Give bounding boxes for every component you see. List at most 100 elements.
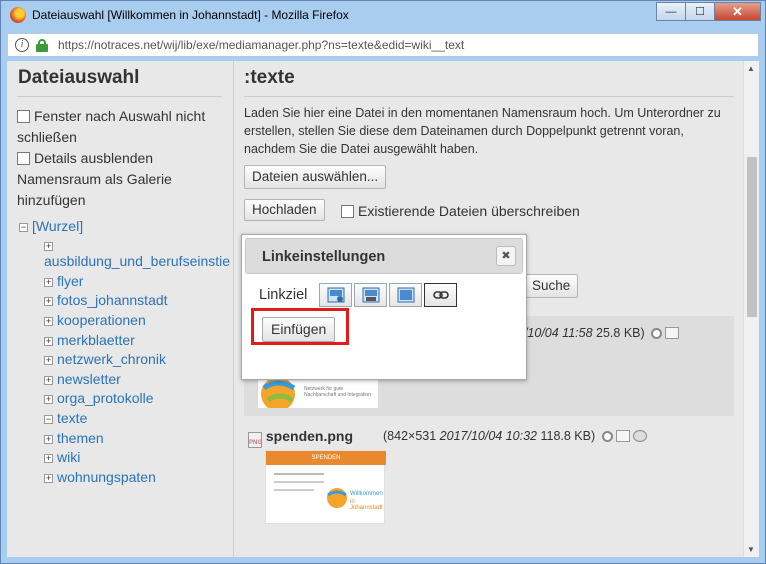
thumbnail-subtext: Netzwerk für gute Nachbarschaft und Inte… (304, 386, 371, 398)
tree-item-current[interactable]: − texte (44, 410, 87, 426)
divider-line (17, 96, 222, 97)
expand-icon[interactable]: + (44, 242, 53, 251)
tree-root[interactable]: − [Wurzel] (19, 218, 83, 234)
expand-icon[interactable]: + (44, 317, 53, 326)
chain-link-icon (432, 291, 449, 299)
scroll-up-arrow[interactable]: ▲ (747, 64, 755, 73)
tree-item-label[interactable]: kooperationen (57, 312, 146, 328)
file-date: 2017/10/04 10:32 (439, 429, 537, 443)
hide-details-checkbox[interactable] (17, 152, 30, 165)
tree-item-label[interactable]: themen (57, 430, 104, 446)
delete-icon[interactable] (632, 430, 647, 442)
file-row[interactable]: PNG spenden.png (842×531 2017/10/04 10:3… (244, 428, 734, 548)
tree-item[interactable]: + merkblaetter (44, 332, 135, 348)
tree-item-label[interactable]: wohnungspaten (57, 469, 156, 485)
tree-item-label[interactable]: newsletter (57, 371, 121, 387)
link-target-nolink-button[interactable] (389, 283, 422, 307)
close-button[interactable]: ✕ (714, 2, 761, 21)
link-settings-dialog: Linkeinstellungen ✖ Linkziel (241, 234, 527, 380)
tree-item-label[interactable]: netzwerk_chronik (57, 351, 166, 367)
edit-icon[interactable] (615, 430, 630, 442)
thumbnail-line (274, 481, 324, 483)
expand-icon[interactable]: + (44, 395, 53, 404)
link-target-linkonly-button[interactable] (424, 283, 457, 307)
file-size: 118.8 KB) (540, 429, 596, 443)
expand-icon[interactable]: + (44, 435, 53, 444)
vertical-scrollbar[interactable]: ▲ ▼ (743, 61, 759, 557)
keep-open-checkbox[interactable] (17, 110, 30, 123)
tree-item[interactable]: + wiki (44, 449, 80, 465)
tree-root-label[interactable]: [Wurzel] (32, 218, 83, 234)
dialog-close-button[interactable]: ✖ (496, 246, 516, 266)
window-title: Dateiauswahl [Willkommen in Johannstadt]… (32, 8, 349, 22)
link-target-direct-button[interactable] (354, 283, 387, 307)
tree-item[interactable]: + fotos_johannstadt (44, 292, 168, 308)
file-date: 7/10/04 11:58 (517, 326, 593, 340)
tree-item-label[interactable]: wiki (57, 449, 80, 465)
expand-icon[interactable]: + (44, 337, 53, 346)
scroll-down-arrow[interactable]: ▼ (747, 545, 755, 554)
upload-button[interactable]: Hochladen (244, 199, 325, 221)
tree-item-label[interactable]: flyer (57, 273, 83, 289)
divider-line (244, 96, 734, 97)
search-button[interactable]: Suche (524, 274, 579, 298)
file-thumbnail[interactable]: SPENDEN Willkommen in Johannstadt (265, 450, 386, 524)
linkziel-label: Linkziel (259, 287, 308, 303)
magnifier-icon[interactable] (651, 328, 663, 339)
tree-item-label[interactable]: ausbildung_und_berufseinstie (44, 253, 230, 269)
tree-item[interactable]: + netzwerk_chronik (44, 351, 166, 367)
expand-icon[interactable]: + (44, 278, 53, 287)
maximize-button[interactable]: ☐ (685, 2, 715, 21)
file-name-text[interactable]: spenden.png (266, 428, 353, 444)
overwrite-checkbox[interactable] (341, 205, 354, 218)
upload-description: Laden Sie hier eine Datei in den momenta… (244, 106, 721, 156)
tree-item[interactable]: + themen (44, 430, 104, 446)
option-keep-open[interactable]: Fenster nach Auswahl nicht schließen (17, 106, 205, 148)
expand-icon[interactable]: + (44, 297, 53, 306)
tree-item-label[interactable]: fotos_johannstadt (57, 292, 168, 308)
no-link-icon (397, 287, 414, 303)
left-pane: Dateiauswahl Fenster nach Auswahl nicht … (7, 61, 233, 557)
link-target-detail-button[interactable] (319, 283, 352, 307)
highlight-box: Einfügen (251, 308, 349, 345)
tree-item[interactable]: + wohnungspaten (44, 469, 156, 485)
edit-icon[interactable] (665, 327, 680, 339)
link-detail-icon (327, 287, 344, 303)
tree-item-label[interactable]: texte (57, 410, 87, 426)
insert-button[interactable]: Einfügen (262, 317, 336, 342)
tree-item[interactable]: + (44, 237, 57, 253)
tree-item[interactable]: + kooperationen (44, 312, 146, 328)
tree-item[interactable]: + flyer (44, 273, 83, 289)
tree-item-label[interactable]: orga_protokolle (57, 390, 154, 406)
gallery-label-cont: hinzufügen (17, 192, 86, 208)
firefox-icon (10, 7, 26, 23)
collapse-icon[interactable]: − (19, 223, 28, 232)
scrollbar-thumb[interactable] (747, 157, 757, 317)
tree-item[interactable]: + orga_protokolle (44, 390, 154, 406)
expand-icon[interactable]: + (44, 376, 53, 385)
expand-icon[interactable]: + (44, 356, 53, 365)
tree-item-label[interactable]: merkblaetter (57, 332, 135, 348)
minimize-button[interactable]: — (656, 2, 686, 21)
file-name[interactable]: PNG spenden.png (248, 428, 353, 448)
left-pane-title: Dateiauswahl (18, 67, 140, 88)
expand-icon[interactable]: + (44, 454, 53, 463)
thumbnail-logo-graphic (327, 488, 347, 508)
url-text[interactable]: https://notraces.net/wij/lib/exe/mediama… (58, 38, 464, 52)
magnifier-icon[interactable] (601, 431, 613, 442)
choose-files-button[interactable]: Dateien auswählen... (244, 165, 387, 189)
expand-icon[interactable]: + (44, 474, 53, 483)
tree-item[interactable]: + newsletter (44, 371, 121, 387)
url-bar[interactable]: i https://notraces.net/wij/lib/exe/media… (7, 33, 759, 57)
overwrite-option[interactable]: Existierende Dateien überschreiben (341, 203, 580, 219)
file-dims: (842×531 (383, 429, 437, 443)
collapse-icon[interactable]: − (44, 415, 53, 424)
lock-icon[interactable] (36, 39, 48, 52)
title-bar: Dateiauswahl [Willkommen in Johannstadt]… (1, 1, 765, 29)
file-size: 25.8 KB) (596, 326, 645, 340)
option-hide-details[interactable]: Details ausblenden Namensraum als Galeri… (17, 148, 172, 211)
thumbnail-brand-sub: in Johannstadt (350, 499, 383, 511)
info-icon[interactable]: i (15, 38, 29, 52)
namespace-title: :texte (244, 67, 295, 88)
png-file-icon: PNG (248, 432, 262, 448)
